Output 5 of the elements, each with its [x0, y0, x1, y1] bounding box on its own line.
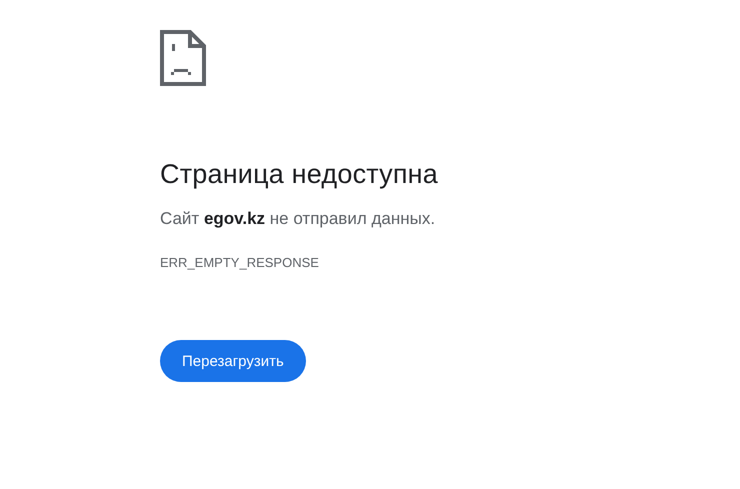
page-heading: Страница недоступна [160, 158, 438, 191]
error-code: ERR_EMPTY_RESPONSE [160, 255, 319, 271]
reload-button[interactable]: Перезагрузить [160, 340, 306, 382]
sad-page-icon [160, 30, 206, 86]
error-message: Сайт egov.kz не отправил данных. [160, 208, 436, 230]
